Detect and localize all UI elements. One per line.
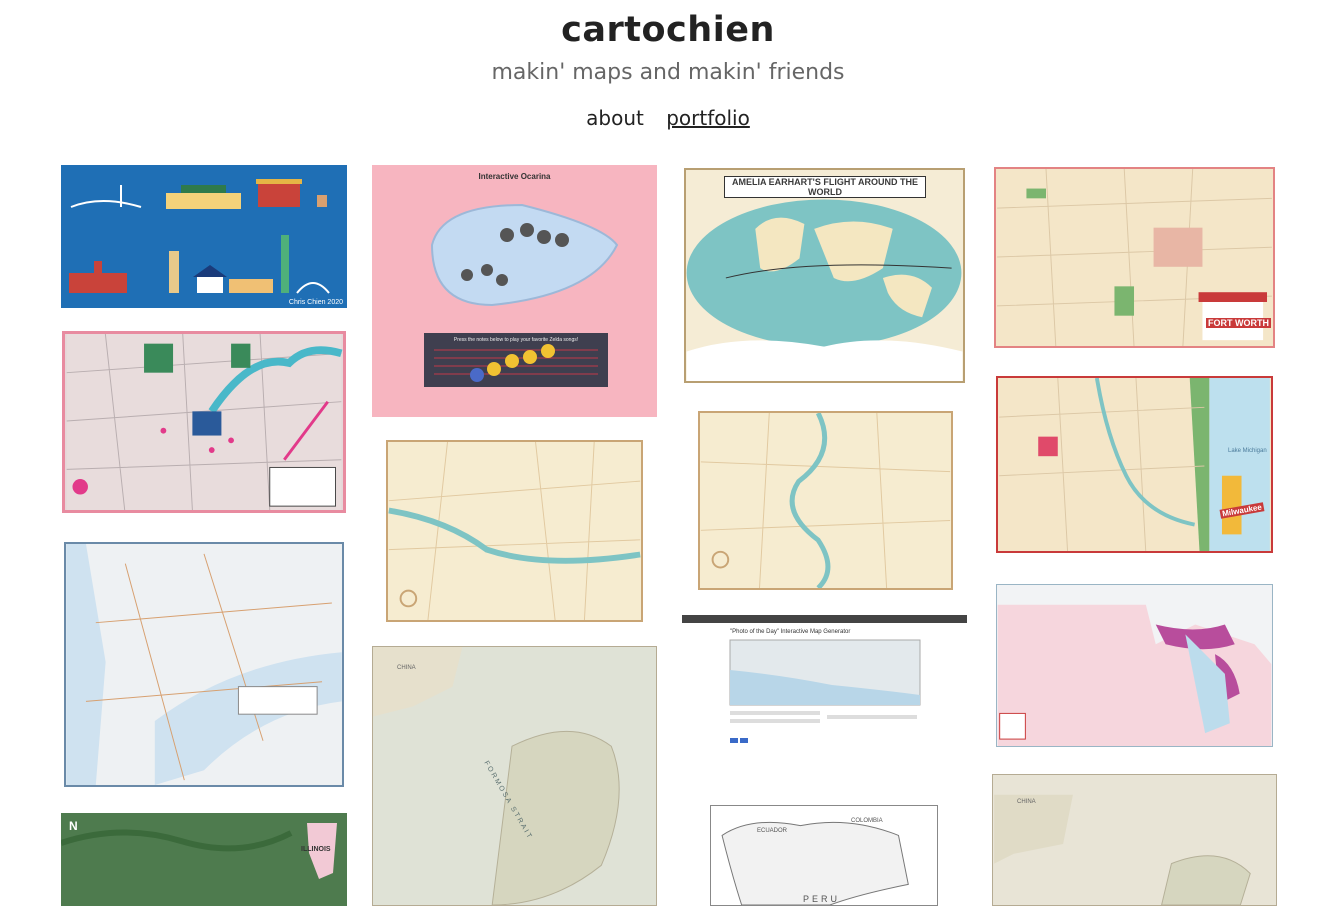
formosa-map-illustration — [373, 647, 656, 905]
illinois-map-illustration — [61, 813, 347, 906]
portfolio-item-florence-map[interactable] — [386, 440, 643, 622]
portfolio-item-fort-worth-map[interactable]: FORT WORTH — [994, 167, 1275, 348]
ecuador-label: ECUADOR — [757, 828, 788, 834]
portfolio-item-formosa-map-left[interactable]: CHINA FORMOSA STRAIT — [372, 646, 657, 906]
taipei-landmarks-illustration — [61, 165, 347, 308]
portfolio-item-music-city-map[interactable] — [62, 331, 346, 513]
portfolio-item-nyc-region-map[interactable] — [64, 542, 344, 787]
portfolio-item-amelia-earhart-map[interactable]: AMELIA EARHART'S FLIGHT AROUND THE WORLD — [684, 168, 965, 383]
portfolio-item-formosa-map-right[interactable]: CHINA — [992, 774, 1277, 906]
ocarina-title: Interactive Ocarina — [478, 172, 551, 181]
portfolio-item-milwaukee-map[interactable]: Lake Michigan Milwaukee — [996, 376, 1273, 553]
portfolio-item-photo-map-generator[interactable]: "Photo of the Day" Interactive Map Gener… — [682, 615, 967, 760]
generator-screenshot-illustration — [682, 615, 967, 760]
peru-outline-map-illustration — [712, 806, 936, 905]
earhart-map-illustration — [686, 170, 963, 381]
portfolio-item-rome-map[interactable] — [698, 411, 953, 590]
earhart-title: AMELIA EARHART'S FLIGHT AROUND THE WORLD — [724, 176, 926, 198]
rome-map-illustration — [700, 413, 951, 588]
portfolio-item-interactive-ocarina[interactable]: Interactive Ocarina Press the notes belo… — [372, 165, 657, 417]
ocarina-illustration — [372, 165, 657, 417]
site-tagline: makin' maps and makin' friends — [491, 60, 845, 85]
ocarina-instruction: Press the notes below to play your favor… — [453, 337, 579, 343]
nav-about-link[interactable]: about — [586, 106, 644, 130]
illinois-label: ILLINOIS — [301, 846, 331, 853]
portfolio-item-snowfall-map[interactable] — [996, 584, 1273, 747]
formosa-right-china-label: CHINA — [1017, 799, 1036, 805]
colombia-label: COLOMBIA — [851, 818, 883, 824]
florence-map-illustration — [388, 442, 641, 620]
music-city-map-illustration — [66, 334, 343, 510]
site-title[interactable]: cartochien — [0, 10, 1336, 50]
fort-worth-title: FORT WORTH — [1206, 318, 1271, 328]
milwaukee-map-illustration — [999, 378, 1270, 551]
lake-michigan-label: Lake Michigan — [1228, 448, 1267, 454]
taipei-credit: Chris Chien 2020 — [288, 299, 343, 306]
nyc-region-map-illustration — [66, 544, 342, 785]
snowfall-map-illustration — [997, 585, 1272, 746]
portfolio-item-taipei-landmarks[interactable]: Chris Chien 2020 — [61, 165, 347, 308]
formosa-map-right-illustration — [994, 775, 1275, 905]
portfolio-item-peru-outline-map[interactable]: ECUADOR COLOMBIA PERU — [710, 805, 938, 906]
formosa-china-label: CHINA — [397, 665, 416, 671]
nav-portfolio-link[interactable]: portfolio — [666, 106, 750, 130]
portfolio-item-illinois-map[interactable]: ILLINOIS N — [61, 813, 347, 906]
main-nav: about portfolio — [0, 106, 1336, 130]
generator-title: "Photo of the Day" Interactive Map Gener… — [730, 629, 851, 635]
peru-label: PERU — [803, 894, 841, 904]
north-arrow-label: N — [69, 819, 78, 833]
